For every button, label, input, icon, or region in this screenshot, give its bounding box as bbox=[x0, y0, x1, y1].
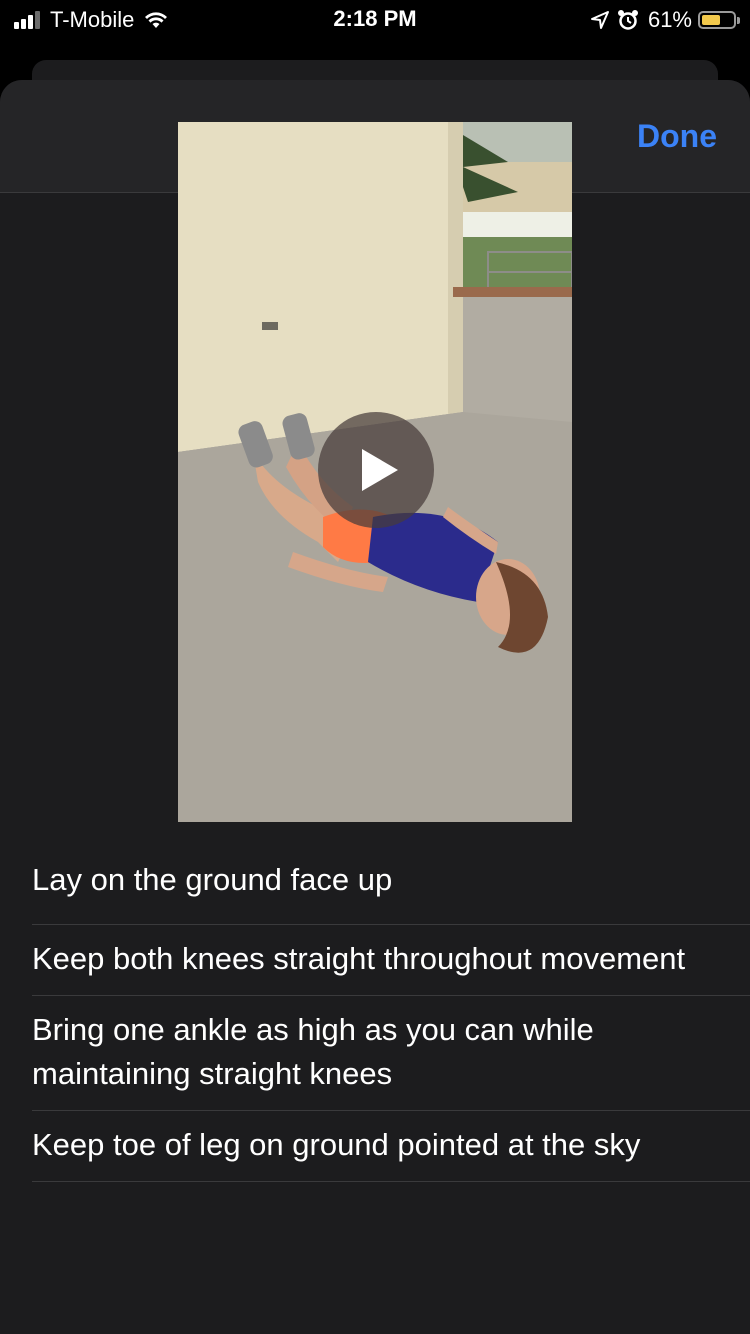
battery-fill bbox=[702, 15, 721, 25]
location-arrow-icon bbox=[590, 11, 609, 29]
instruction-step: Lay on the ground face up bbox=[32, 846, 750, 925]
instruction-step: Bring one ankle as high as you can while… bbox=[32, 996, 750, 1111]
instruction-step: Keep both knees straight throughout move… bbox=[32, 925, 750, 996]
play-icon bbox=[362, 449, 398, 491]
instruction-step: Keep toe of leg on ground pointed at the… bbox=[32, 1111, 750, 1182]
status-bar: T-Mobile 2:18 PM 61% bbox=[0, 0, 750, 40]
instruction-list: Lay on the ground face up Keep both knee… bbox=[32, 846, 750, 1182]
exercise-video[interactable] bbox=[178, 122, 572, 822]
battery-icon bbox=[698, 11, 740, 29]
status-bar-right: 61% bbox=[590, 6, 740, 34]
done-button[interactable]: Done bbox=[637, 118, 717, 155]
battery-percent: 61% bbox=[647, 7, 692, 32]
play-button[interactable] bbox=[318, 412, 434, 528]
alarm-icon bbox=[617, 10, 638, 30]
